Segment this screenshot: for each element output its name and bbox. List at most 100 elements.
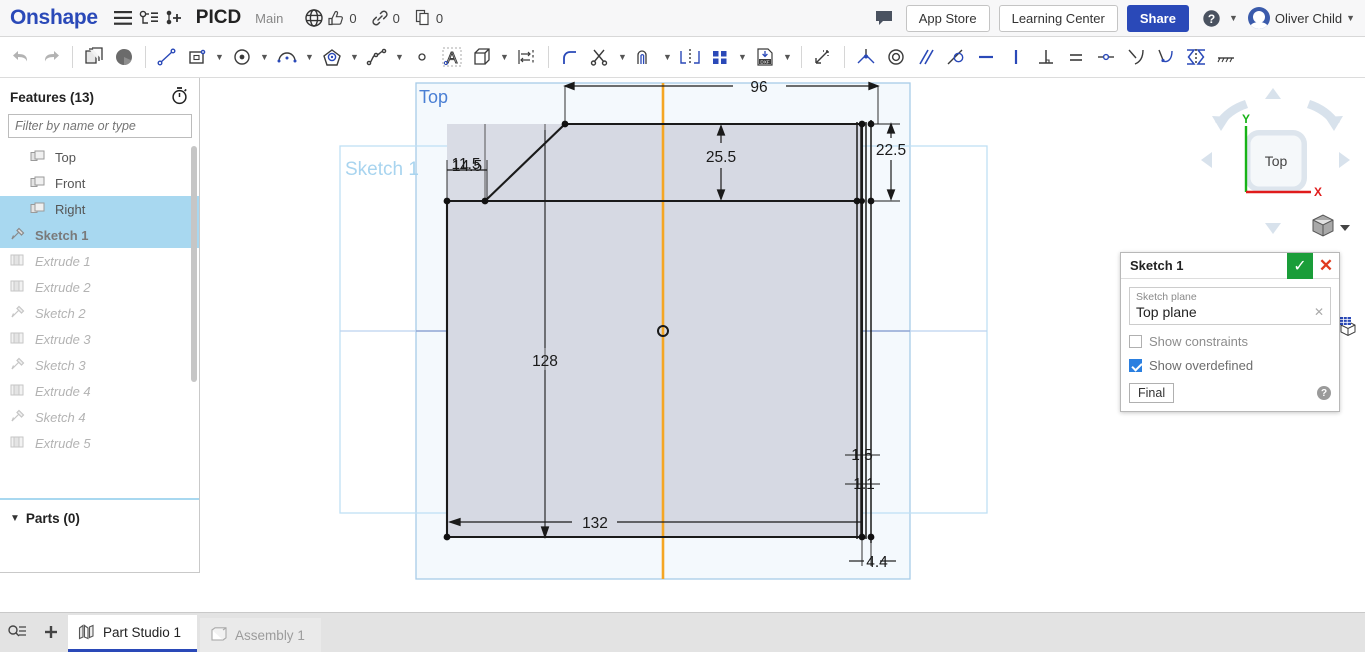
rectangle-icon[interactable] [182,42,212,72]
tab-assembly-1[interactable]: Assembly 1 [200,618,321,652]
feature-item-top[interactable]: Top [0,144,199,170]
sketch-plane-field[interactable]: Sketch plane Top plane ✕ [1129,287,1331,325]
history-timer-icon[interactable] [170,86,189,108]
insert-version-icon[interactable] [162,5,188,31]
version-graph-icon[interactable] [136,5,162,31]
dialog-help-icon[interactable]: ? [1317,386,1331,400]
perpendicular-constraint-icon[interactable] [1031,42,1061,72]
feature-list-scrollbar[interactable] [191,146,197,382]
comment-icon[interactable] [871,5,897,31]
feature-item-sketch-1[interactable]: Sketch 1 [0,222,199,248]
coincident-constraint-icon[interactable] [851,42,881,72]
rectangle-chevron-down-icon[interactable]: ▼ [212,42,227,72]
sketch-icon[interactable] [79,42,109,72]
feature-item-front[interactable]: Front [0,170,199,196]
circle-chevron-down-icon[interactable]: ▼ [257,42,272,72]
filter-input[interactable] [8,114,192,138]
thumbs-up-icon [327,9,345,27]
fix-constraint-icon[interactable] [1211,42,1241,72]
accept-button[interactable]: ✓ [1287,253,1313,279]
chevron-down-icon[interactable]: ▼ [10,513,20,524]
feature-item-sketch-2[interactable]: Sketch 2 [0,300,199,326]
mirror-icon[interactable] [675,42,705,72]
text-icon[interactable]: A [437,42,467,72]
horizontal-constraint-icon[interactable] [971,42,1001,72]
transform-icon[interactable] [808,42,838,72]
undo-icon[interactable] [6,42,36,72]
globe-icon[interactable] [301,5,327,31]
show-constraints-checkbox[interactable] [1129,335,1142,348]
user-chevron-down-icon[interactable]: ▼ [1346,13,1355,23]
copies-count-group[interactable]: 0 [414,9,443,27]
tangent-constraint-icon[interactable] [941,42,971,72]
feature-parts-divider [0,498,199,500]
redo-icon[interactable] [36,42,66,72]
equal-constraint-icon[interactable] [1061,42,1091,72]
feature-item-extrude-1[interactable]: Extrude 1 [0,248,199,274]
pattern-icon[interactable] [705,42,735,72]
line-icon[interactable] [152,42,182,72]
spline-chevron-down-icon[interactable]: ▼ [392,42,407,72]
likes-count-group[interactable]: 0 [327,9,356,27]
polygon-chevron-down-icon[interactable]: ▼ [347,42,362,72]
app-store-button[interactable]: App Store [906,5,990,32]
learning-center-button[interactable]: Learning Center [999,5,1118,32]
help-chevron-down-icon[interactable]: ▼ [1229,13,1238,23]
arc-icon[interactable] [272,42,302,72]
circle-icon[interactable] [227,42,257,72]
dxf-import-icon[interactable]: DXF [750,42,780,72]
dxf-chevron-down-icon[interactable]: ▼ [780,42,795,72]
trim-icon[interactable] [585,42,615,72]
feature-label: Extrude 1 [35,254,91,269]
show-overdefined-row[interactable]: Show overdefined [1129,358,1331,373]
tab-part-studio-1[interactable]: Part Studio 1 [68,615,197,652]
feature-item-sketch-4[interactable]: Sketch 4 [0,404,199,430]
trim-chevron-down-icon[interactable]: ▼ [615,42,630,72]
concentric-constraint-icon[interactable] [881,42,911,72]
offset-icon[interactable] [630,42,660,72]
spline-icon[interactable] [362,42,392,72]
use-projection-icon[interactable] [467,42,497,72]
parts-section-header[interactable]: ▼ Parts (0) [0,504,199,532]
show-constraints-row[interactable]: Show constraints [1129,334,1331,349]
dimension-icon[interactable] [512,42,542,72]
polygon-icon[interactable] [317,42,347,72]
hamburger-menu-icon[interactable] [110,5,136,31]
parallel-constraint-icon[interactable] [911,42,941,72]
sketch-dialog-title: Sketch 1 [1121,258,1287,273]
offset-chevron-down-icon[interactable]: ▼ [660,42,675,72]
point-icon[interactable] [407,42,437,72]
feature-item-extrude-4[interactable]: Extrude 4 [0,378,199,404]
show-overdefined-checkbox[interactable] [1129,359,1142,372]
help-icon[interactable]: ? [1199,5,1225,31]
user-name[interactable]: Oliver Child [1275,11,1342,26]
links-count-group[interactable]: 0 [371,9,400,27]
share-button[interactable]: Share [1127,5,1189,32]
final-button[interactable]: Final [1129,383,1174,403]
feature-item-right[interactable]: Right [0,196,199,222]
avatar[interactable] [1248,7,1270,29]
document-title[interactable]: PICD [196,7,241,29]
pattern-chevron-down-icon[interactable]: ▼ [735,42,750,72]
symmetric-constraint-icon[interactable] [1181,42,1211,72]
curvature-constraint-icon[interactable] [1151,42,1181,72]
cancel-button[interactable]: ✕ [1313,253,1339,279]
feature-item-sketch-3[interactable]: Sketch 3 [0,352,199,378]
plane-icon [30,201,48,217]
add-tab-button[interactable] [34,612,68,652]
tangent-curve-constraint-icon[interactable] [1121,42,1151,72]
fillet-icon[interactable] [555,42,585,72]
feature-item-extrude-5[interactable]: Extrude 5 [0,430,199,456]
clear-plane-icon[interactable]: ✕ [1314,305,1324,319]
midpoint-constraint-icon[interactable] [1091,42,1121,72]
vertical-constraint-icon[interactable] [1001,42,1031,72]
tab-search-icon[interactable] [0,612,34,652]
sketch-dialog[interactable]: Sketch 1 ✓ ✕ Sketch plane Top plane ✕ Sh… [1120,252,1340,412]
onshape-logo[interactable]: Onshape [10,6,98,30]
feature-item-extrude-2[interactable]: Extrude 2 [0,274,199,300]
use-chevron-down-icon[interactable]: ▼ [497,42,512,72]
feature-list[interactable]: Top Front Right Sketch 1 [0,144,199,474]
arc-chevron-down-icon[interactable]: ▼ [302,42,317,72]
feature-item-extrude-3[interactable]: Extrude 3 [0,326,199,352]
plane-icon[interactable] [109,42,139,72]
